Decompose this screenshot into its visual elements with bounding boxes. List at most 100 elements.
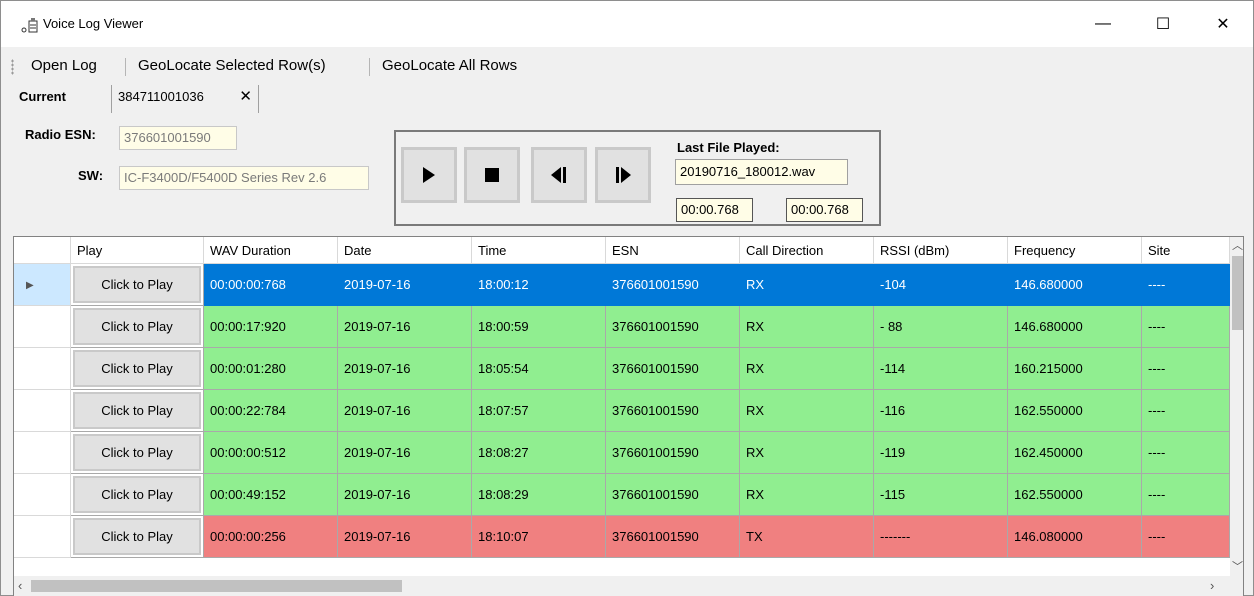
cell-esn[interactable]: 376601001590: [606, 264, 740, 306]
row-header[interactable]: [14, 348, 71, 390]
column-header-call-direction[interactable]: Call Direction: [740, 237, 874, 264]
table-row[interactable]: Click to Play 00:00:22:784 2019-07-16 18:07…: [14, 390, 1230, 432]
row-header[interactable]: [14, 306, 71, 348]
cell-esn[interactable]: 376601001590: [606, 306, 740, 348]
scroll-down-icon[interactable]: ﹀: [1230, 558, 1243, 575]
scroll-right-icon[interactable]: ›: [1210, 578, 1214, 593]
click-to-play-button[interactable]: Click to Play: [73, 518, 201, 555]
horizontal-scrollbar[interactable]: ‹ ›: [14, 576, 1230, 596]
tab-close-icon[interactable]: ✕: [239, 87, 252, 105]
cell-time[interactable]: 18:00:12: [472, 264, 606, 306]
click-to-play-button[interactable]: Click to Play: [73, 476, 201, 513]
cell-rssi[interactable]: -115: [874, 474, 1008, 516]
title-bar[interactable]: Voice Log Viewer — ☐ ✕: [1, 1, 1253, 47]
cell-frequency[interactable]: 160.215000: [1008, 348, 1142, 390]
time-position-field[interactable]: 00:00.768: [676, 198, 753, 222]
cell-rssi[interactable]: -------: [874, 516, 1008, 558]
click-to-play-button[interactable]: Click to Play: [73, 392, 201, 429]
play-button[interactable]: [401, 147, 457, 203]
cell-site[interactable]: ----: [1142, 348, 1230, 390]
column-header-time[interactable]: Time: [472, 237, 606, 264]
vertical-scrollbar[interactable]: ︿ ﹀: [1230, 237, 1243, 576]
cell-date[interactable]: 2019-07-16: [338, 390, 472, 432]
cell-esn[interactable]: 376601001590: [606, 432, 740, 474]
scroll-up-icon[interactable]: ︿: [1230, 237, 1243, 254]
cell-frequency[interactable]: 146.080000: [1008, 516, 1142, 558]
menu-geolocate-all[interactable]: GeoLocate All Rows: [382, 57, 517, 74]
cell-call-direction[interactable]: RX: [740, 306, 874, 348]
cell-call-direction[interactable]: RX: [740, 264, 874, 306]
previous-button[interactable]: [531, 147, 587, 203]
click-to-play-button[interactable]: Click to Play: [73, 350, 201, 387]
minimize-button[interactable]: —: [1073, 1, 1133, 47]
scroll-left-icon[interactable]: ‹: [18, 578, 22, 593]
cell-site[interactable]: ----: [1142, 264, 1230, 306]
cell-rssi[interactable]: -116: [874, 390, 1008, 432]
cell-site[interactable]: ----: [1142, 306, 1230, 348]
column-header-play[interactable]: Play: [71, 237, 204, 264]
cell-frequency[interactable]: 162.550000: [1008, 390, 1142, 432]
cell-call-direction[interactable]: RX: [740, 474, 874, 516]
cell-frequency[interactable]: 146.680000: [1008, 264, 1142, 306]
row-header[interactable]: [14, 432, 71, 474]
column-header-esn[interactable]: ESN: [606, 237, 740, 264]
table-row[interactable]: Click to Play 00:00:17:920 2019-07-16 18:00…: [14, 306, 1230, 348]
column-header-wav-duration[interactable]: WAV Duration: [204, 237, 338, 264]
cell-date[interactable]: 2019-07-16: [338, 474, 472, 516]
cell-frequency[interactable]: 162.550000: [1008, 474, 1142, 516]
table-row[interactable]: Click to Play 00:00:00:512 2019-07-16 18:08…: [14, 432, 1230, 474]
cell-frequency[interactable]: 162.450000: [1008, 432, 1142, 474]
row-header[interactable]: [14, 390, 71, 432]
cell-time[interactable]: 18:08:29: [472, 474, 606, 516]
cell-site[interactable]: ----: [1142, 516, 1230, 558]
click-to-play-button[interactable]: Click to Play: [73, 434, 201, 471]
maximize-button[interactable]: ☐: [1133, 1, 1193, 47]
table-row[interactable]: ▶ Click to Play 00:00:00:768 2019-07-16 18:0…: [14, 264, 1230, 306]
vertical-scroll-thumb[interactable]: [1232, 256, 1243, 330]
voice-log-grid[interactable]: Play WAV Duration Date Time ESN Call Dir…: [13, 236, 1244, 596]
table-row[interactable]: Click to Play 00:00:49:152 2019-07-16 18:08…: [14, 474, 1230, 516]
cell-wav-duration[interactable]: 00:00:22:784: [204, 390, 338, 432]
cell-wav-duration[interactable]: 00:00:00:768: [204, 264, 338, 306]
cell-date[interactable]: 2019-07-16: [338, 348, 472, 390]
cell-esn[interactable]: 376601001590: [606, 516, 740, 558]
cell-date[interactable]: 2019-07-16: [338, 516, 472, 558]
column-header-rssi[interactable]: RSSI (dBm): [874, 237, 1008, 264]
cell-site[interactable]: ----: [1142, 474, 1230, 516]
column-header-date[interactable]: Date: [338, 237, 472, 264]
stop-button[interactable]: [464, 147, 520, 203]
cell-site[interactable]: ----: [1142, 390, 1230, 432]
cell-frequency[interactable]: 146.680000: [1008, 306, 1142, 348]
menu-open-log[interactable]: Open Log: [31, 57, 97, 74]
cell-site[interactable]: ----: [1142, 432, 1230, 474]
cell-wav-duration[interactable]: 00:00:00:512: [204, 432, 338, 474]
cell-time[interactable]: 18:07:57: [472, 390, 606, 432]
row-header[interactable]: ▶: [14, 264, 71, 306]
sw-field[interactable]: IC-F3400D/F5400D Series Rev 2.6: [119, 166, 369, 190]
last-file-field[interactable]: 20190716_180012.wav: [675, 159, 848, 185]
row-header[interactable]: [14, 474, 71, 516]
cell-time[interactable]: 18:08:27: [472, 432, 606, 474]
cell-wav-duration[interactable]: 00:00:49:152: [204, 474, 338, 516]
cell-call-direction[interactable]: RX: [740, 348, 874, 390]
tab-current[interactable]: Current: [13, 85, 111, 113]
tab-384711001036[interactable]: 384711001036 ✕: [111, 85, 259, 113]
cell-rssi[interactable]: -114: [874, 348, 1008, 390]
cell-rssi[interactable]: -104: [874, 264, 1008, 306]
cell-wav-duration[interactable]: 00:00:00:256: [204, 516, 338, 558]
cell-rssi[interactable]: - 88: [874, 306, 1008, 348]
cell-time[interactable]: 18:00:59: [472, 306, 606, 348]
close-button[interactable]: ✕: [1193, 1, 1253, 47]
horizontal-scroll-thumb[interactable]: [31, 580, 402, 592]
cell-esn[interactable]: 376601001590: [606, 474, 740, 516]
column-header-frequency[interactable]: Frequency: [1008, 237, 1142, 264]
cell-esn[interactable]: 376601001590: [606, 348, 740, 390]
cell-wav-duration[interactable]: 00:00:01:280: [204, 348, 338, 390]
cell-esn[interactable]: 376601001590: [606, 390, 740, 432]
next-button[interactable]: [595, 147, 651, 203]
menu-geolocate-selected[interactable]: GeoLocate Selected Row(s): [138, 57, 326, 74]
time-total-field[interactable]: 00:00.768: [786, 198, 863, 222]
table-row[interactable]: Click to Play 00:00:00:256 2019-07-16 18:10…: [14, 516, 1230, 558]
click-to-play-button[interactable]: Click to Play: [73, 266, 201, 303]
cell-wav-duration[interactable]: 00:00:17:920: [204, 306, 338, 348]
